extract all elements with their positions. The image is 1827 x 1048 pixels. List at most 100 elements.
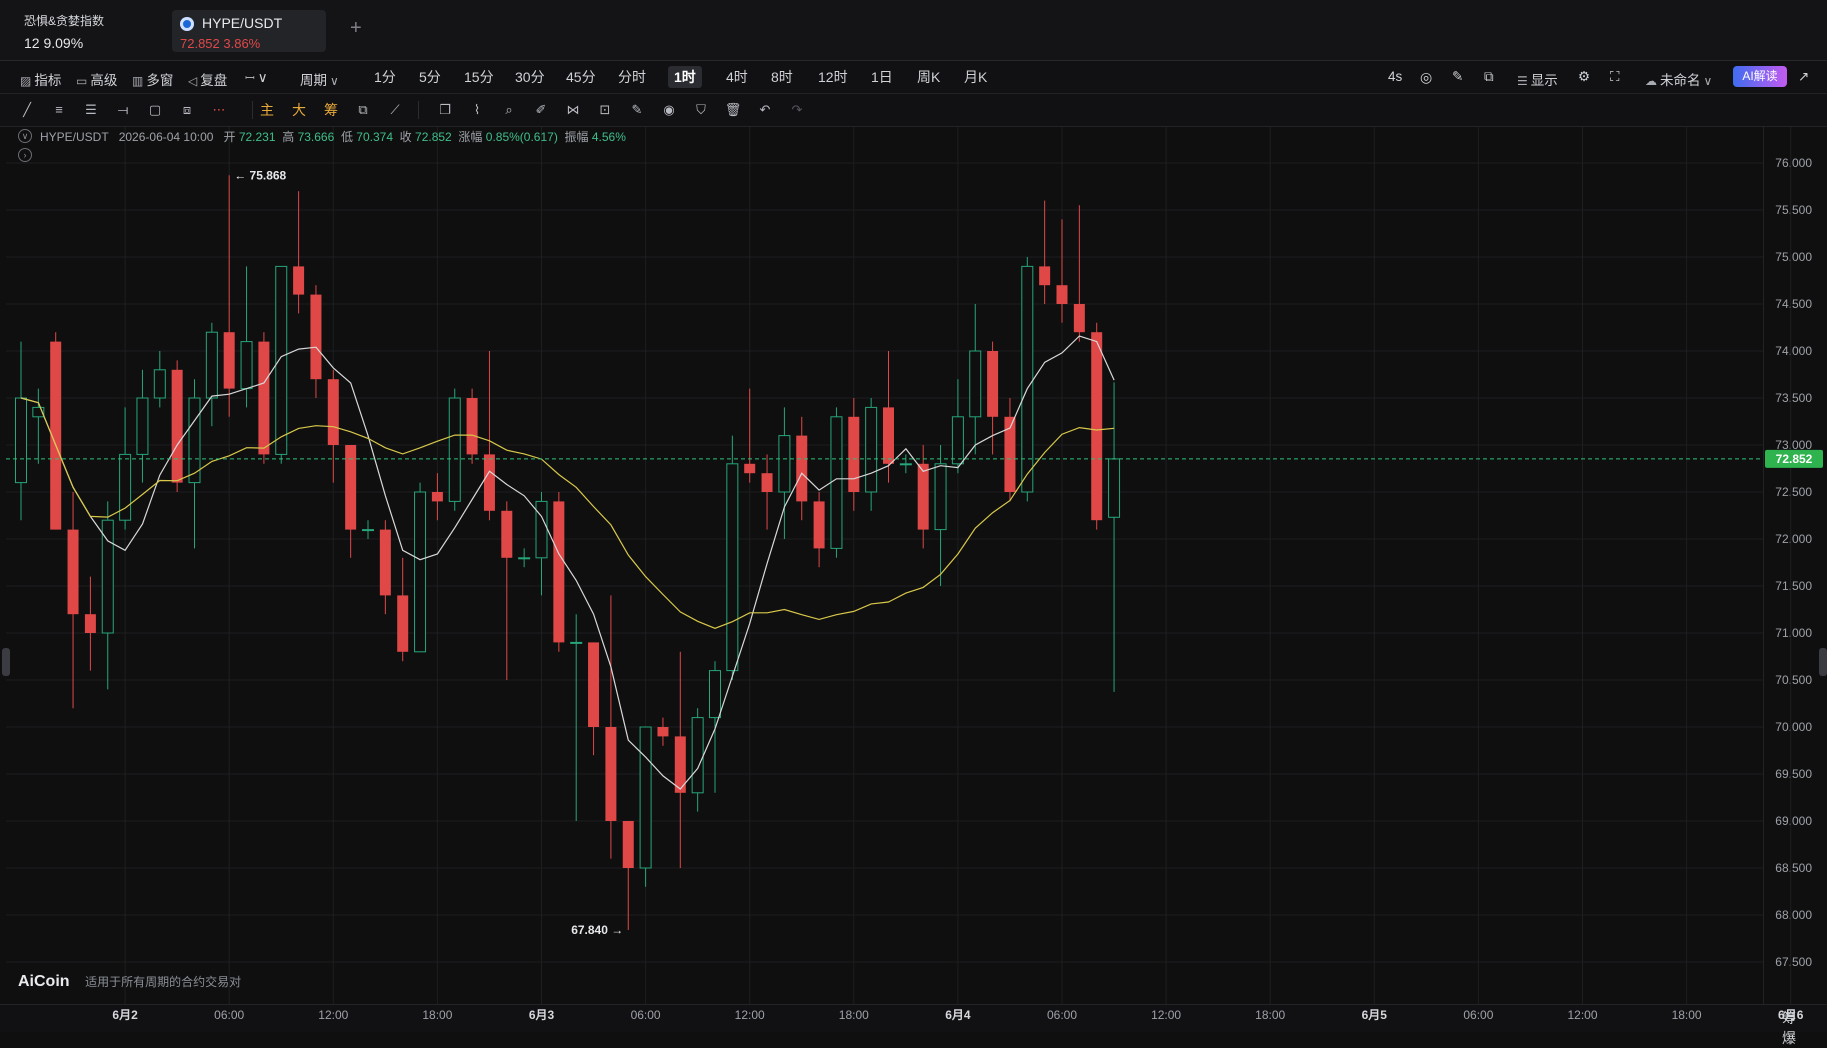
aicoin-watermark: AiCoin 适用于所有周期的合约交易对 (18, 973, 241, 991)
left-panel-handle[interactable] (2, 648, 10, 676)
info-close-label: 收 (399, 130, 412, 144)
price-tick-label: 72.000 (1775, 532, 1812, 546)
price-tick-label: 68.500 (1775, 861, 1812, 875)
time-tick-label: 06:00 (631, 1008, 661, 1022)
time-tick-label: 06:00 (214, 1008, 244, 1022)
candle-body-down (397, 595, 409, 652)
candle-body-down (588, 642, 600, 727)
candle-body-up (362, 529, 374, 532)
candle-body-down (622, 821, 634, 868)
candle-body-up (414, 491, 427, 653)
candle-body-down (1039, 266, 1051, 286)
price-tick-label: 76.000 (1775, 156, 1812, 170)
time-tick-label: 12:00 (1567, 1008, 1597, 1022)
candle-body-up (969, 350, 982, 418)
time-tick-label: 6月5 (1362, 1008, 1388, 1022)
candle-body-up (1108, 458, 1121, 518)
candle-body-down (171, 369, 183, 483)
candle-body-up (865, 406, 878, 493)
price-tick-label: 69.500 (1775, 767, 1812, 781)
candle-body-up (15, 397, 27, 484)
candle-body-down (67, 529, 79, 615)
candle-body-down (1056, 285, 1068, 304)
candle-body-down (310, 294, 322, 380)
candle-body-down (744, 463, 756, 474)
price-tick-label: 75.000 (1775, 250, 1812, 264)
candle-body-up (136, 397, 149, 455)
expand-indicator-icon[interactable]: › (18, 148, 32, 162)
info-open: 72.231 (238, 130, 276, 144)
candle-body-up (951, 416, 964, 465)
price-tick-label: 68.000 (1775, 908, 1812, 922)
ma-long-line (20, 397, 1115, 629)
candle-body-up (639, 726, 652, 869)
info-change-label: 涨幅 (458, 130, 483, 144)
info-amp-label: 振幅 (564, 130, 589, 144)
info-amp: 4.56% (591, 130, 626, 144)
time-tick-label: 6月3 (529, 1008, 555, 1022)
price-tick-label: 71.500 (1775, 579, 1812, 593)
price-tick-label: 69.000 (1775, 814, 1812, 828)
price-tick-label: 70.500 (1775, 673, 1812, 687)
time-tick-label: 6月2 (112, 1008, 138, 1022)
time-tick-label: 12:00 (1151, 1008, 1181, 1022)
time-tick-label: 18:00 (1672, 1008, 1702, 1022)
candle-body-down (501, 510, 513, 558)
candle-body-up (899, 463, 912, 466)
time-tick-label: 12:00 (318, 1008, 348, 1022)
time-tick-label: 18:00 (839, 1008, 869, 1022)
candle-body-up (448, 397, 461, 502)
candle-body-down (223, 332, 235, 389)
candle-body-down (84, 614, 96, 633)
right-panel-handle[interactable] (1819, 648, 1827, 676)
candle-body-up (691, 717, 704, 794)
info-low: 70.374 (356, 130, 393, 144)
info-low-label: 低 (340, 130, 353, 144)
price-tick-label: 72.500 (1775, 485, 1812, 499)
info-symbol: HYPE/USDT (40, 130, 109, 144)
candle-body-up (240, 341, 253, 390)
candlestick-chart[interactable]: 67.500 68.000 68.500 69.000 69.500 70.000 70.5… (0, 0, 1827, 1031)
candle-body-down (431, 492, 443, 502)
candle-body-up (205, 331, 218, 399)
candle-body-up (1021, 265, 1034, 493)
candle-body-down (466, 398, 478, 455)
info-close: 72.852 (415, 130, 452, 144)
price-tick-label: 73.500 (1775, 391, 1812, 405)
time-tick-label: 18:00 (422, 1008, 452, 1022)
candle-body-down (258, 341, 270, 455)
time-tick-label: 06:00 (1047, 1008, 1077, 1022)
candle-body-down (761, 473, 773, 492)
high-annotation: ← 75.868 (234, 168, 286, 182)
candle-body-down (379, 529, 391, 596)
candle-body-up (570, 641, 583, 644)
candle-body-down (1091, 332, 1103, 521)
price-tick-label: 74.500 (1775, 297, 1812, 311)
candle-body-up (778, 435, 791, 493)
info-time: 2026-06-04 10:00 (118, 130, 214, 144)
candle-body-up (101, 519, 114, 634)
ohlc-info-line: HYPE/USDT 2026-06-04 10:00 开 72.231 高 73… (40, 128, 626, 145)
watermark-text: 适用于所有周期的合约交易对 (85, 975, 242, 989)
chips-liquidation-toggle[interactable]: 筹 爆 (1782, 1008, 1827, 1048)
candle-body-down (796, 435, 808, 502)
price-tick-label: 75.500 (1775, 203, 1812, 217)
price-tick-label: 70.000 (1775, 720, 1812, 734)
candle-body-up (275, 265, 288, 455)
candle-body-down (987, 351, 999, 417)
price-tick-label: 71.000 (1775, 626, 1812, 640)
info-open-label: 开 (223, 130, 236, 144)
candle-body-down (883, 407, 894, 464)
low-annotation: 67.840 → (571, 923, 623, 937)
time-tick-label: 12:00 (735, 1008, 765, 1022)
candle-body-up (726, 463, 739, 672)
candle-body-down (553, 501, 565, 643)
time-tick-label: 18:00 (1255, 1008, 1285, 1022)
collapse-indicator-icon[interactable]: ∨ (18, 129, 32, 143)
candle-body-up (830, 416, 843, 549)
candle-body-down (293, 266, 305, 295)
time-tick-label: 6月4 (945, 1008, 971, 1022)
current-price-label: 72.852 (1776, 452, 1813, 466)
candle-body-down (848, 416, 860, 492)
candle-body-up (709, 670, 721, 719)
